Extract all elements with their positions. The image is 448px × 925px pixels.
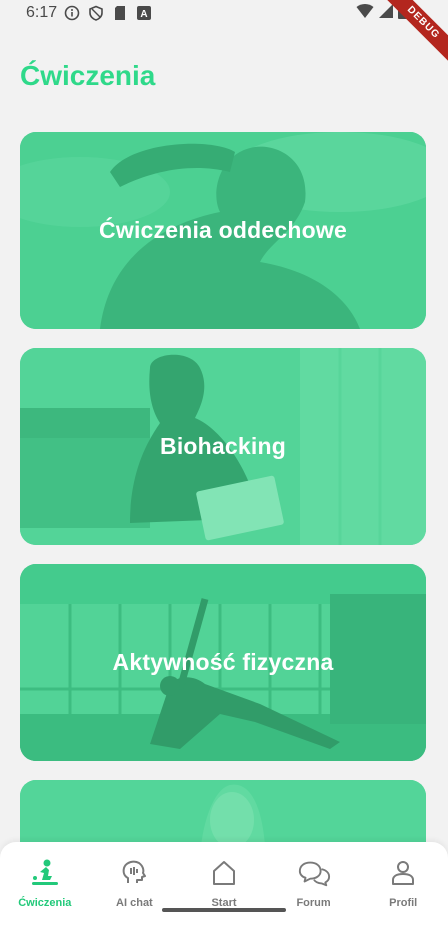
nav-label-profile: Profil [389,897,418,909]
font-icon: A [135,4,153,22]
home-indicator[interactable] [162,908,286,912]
wifi-icon [356,3,374,23]
card-label: Ćwiczenia oddechowe [99,217,347,243]
nav-item-start[interactable]: Start [184,856,264,909]
nav-label-exercises: Ćwiczenia [18,897,72,909]
nav-item-profile[interactable]: Profil [363,856,443,909]
status-bar: 6:17 A DEBUG [0,0,448,69]
svg-text:A: A [141,9,148,20]
card-label: Aktywność fizyczna [112,649,334,675]
nav-item-ai-chat[interactable]: AI chat [94,856,174,909]
nav-label-ai-chat: AI chat [116,897,153,909]
bottom-navigation: Ćwiczenia AI chat Start Forum Profil [0,842,448,925]
shield-icon [87,4,105,22]
chat-bubbles-icon [297,856,331,890]
signal-icon [378,3,394,23]
info-icon [63,4,81,22]
card-breathing-exercises[interactable]: Ćwiczenia oddechowe [20,132,426,329]
page-title: Ćwiczenia [20,60,156,91]
card-label: Biohacking [160,433,286,459]
card-physical-activity[interactable]: Aktywność fizyczna [20,564,426,761]
status-time: 6:17 [26,4,58,21]
exercise-icon [28,856,62,890]
ai-head-icon [117,856,151,890]
sd-card-icon [111,4,129,22]
home-icon [207,856,241,890]
nav-label-forum: Forum [296,897,331,909]
nav-item-forum[interactable]: Forum [274,856,354,909]
person-icon [386,856,420,890]
nav-item-exercises[interactable]: Ćwiczenia [5,856,85,909]
card-biohacking[interactable]: Biohacking [20,348,426,545]
